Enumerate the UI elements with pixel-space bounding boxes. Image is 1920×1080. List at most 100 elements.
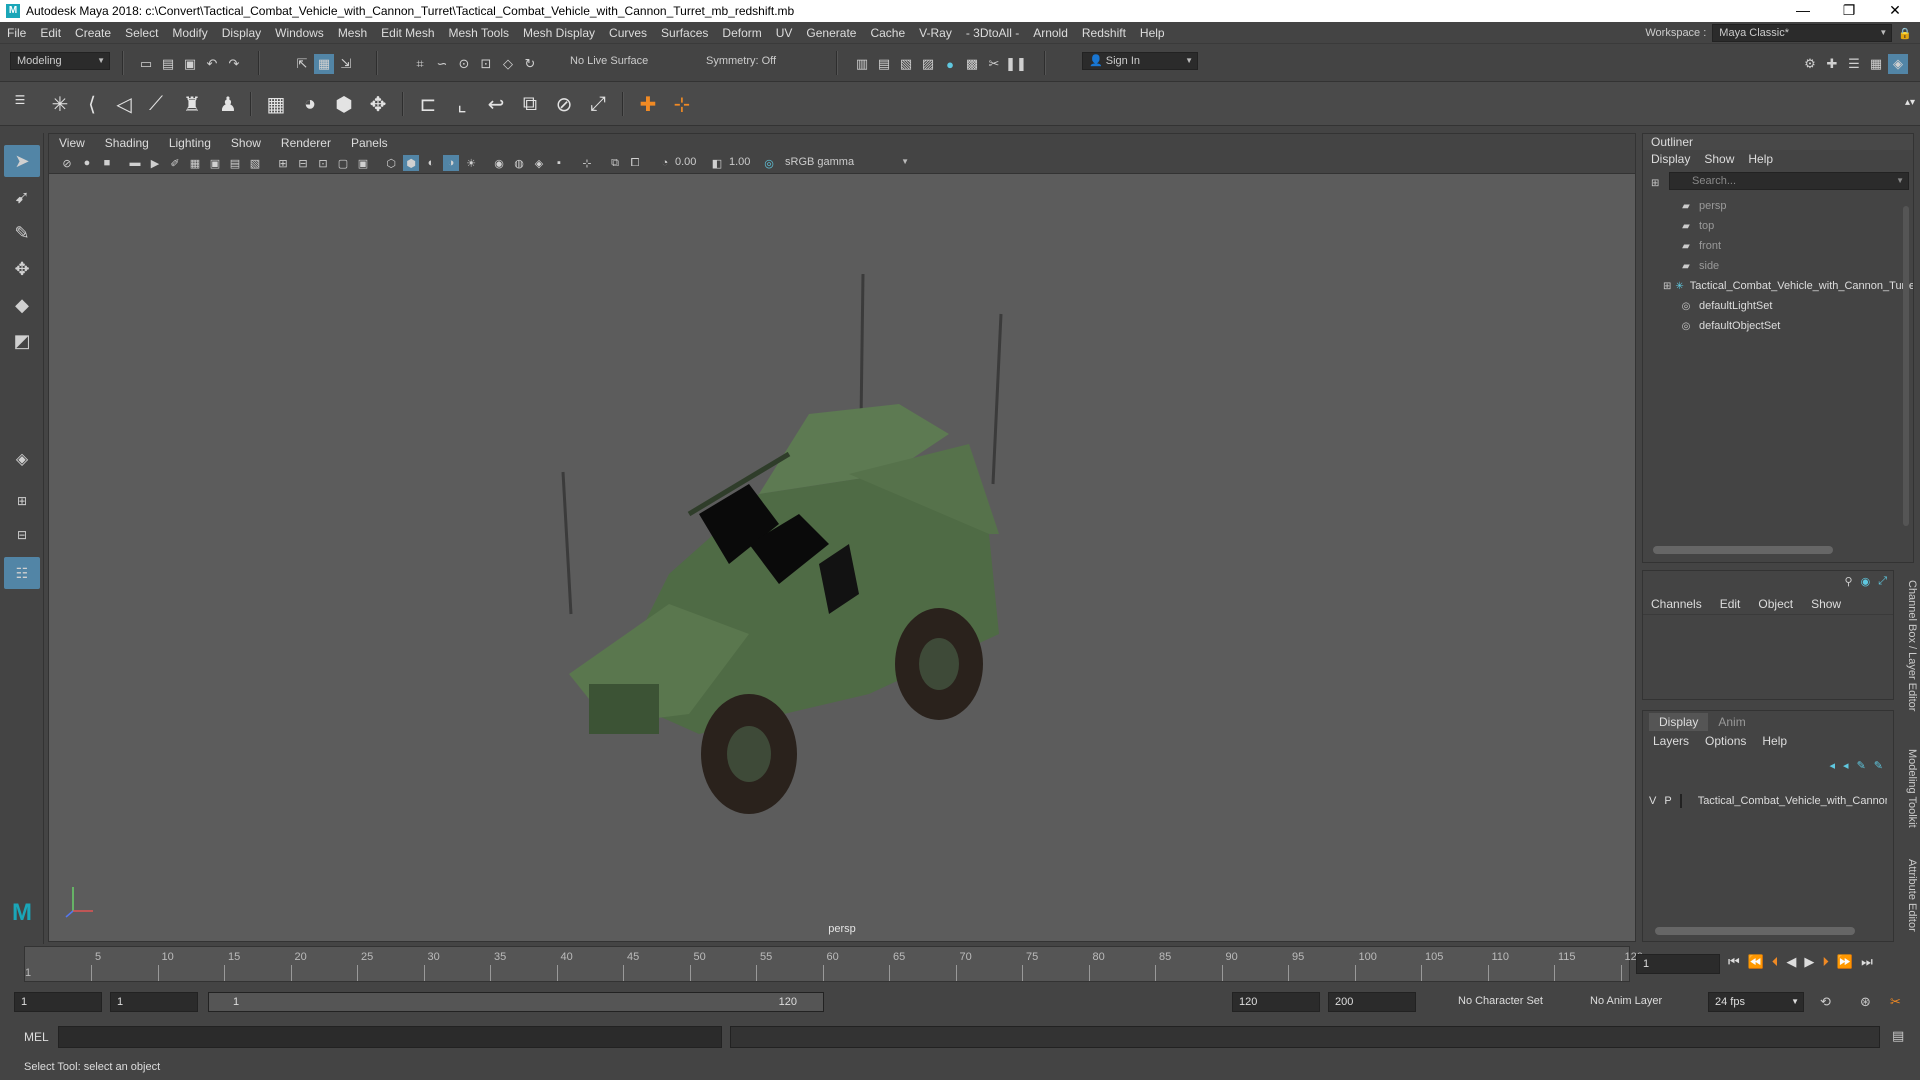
pause-render-icon[interactable]: ❚❚ — [1005, 54, 1027, 74]
render-view-icon[interactable]: ▤ — [874, 54, 894, 74]
viewport-menu-renderer[interactable]: Renderer — [271, 136, 341, 150]
lasso-tool-icon[interactable]: ➹ — [4, 181, 40, 213]
channel-menu-edit[interactable]: Edit — [1720, 597, 1741, 611]
wireframe-on-shaded-icon[interactable]: ⬡ — [383, 155, 399, 171]
outliner-item-front[interactable]: ▰ front — [1679, 236, 1913, 256]
playback-end-field[interactable]: 120 — [1232, 992, 1320, 1012]
2d-pan-zoom-icon[interactable]: ▶ — [147, 155, 163, 171]
paint-select-icon[interactable]: ✎ — [4, 217, 40, 249]
new-layer-icon[interactable]: ✎ — [1857, 759, 1866, 772]
camera-attributes-icon[interactable]: ● — [79, 155, 95, 171]
channel-menu-channels[interactable]: Channels — [1651, 597, 1702, 611]
antialiasing-icon[interactable]: ⧉ — [607, 155, 623, 171]
snap-rotate-icon[interactable]: ↻ — [520, 54, 540, 74]
snap-grid-icon[interactable]: ⌗ — [410, 54, 430, 74]
menu-surfaces[interactable]: Surfaces — [654, 26, 715, 40]
step-back-key-icon[interactable]: ⏴ — [1772, 954, 1779, 970]
create-wrap-icon[interactable]: ⬢ — [330, 90, 358, 118]
select-camera-icon[interactable]: ⊘ — [59, 155, 75, 171]
parent-constraint-icon[interactable]: ⊏ — [414, 90, 442, 118]
textured-icon[interactable]: ⬢ — [403, 155, 419, 171]
layer-display-type[interactable] — [1679, 794, 1682, 808]
character-set-select[interactable]: No Character Set — [1452, 992, 1580, 1012]
use-all-lights-icon[interactable]: ◐ — [423, 155, 439, 171]
layer-row[interactable]: V P Tactical_Combat_Vehicle_with_Cannon_… — [1649, 791, 1887, 811]
outliner-horizontal-scrollbar[interactable] — [1653, 546, 1833, 554]
viewport-menu-panels[interactable]: Panels — [341, 136, 398, 150]
human-ik-icon[interactable]: ✚ — [1822, 54, 1842, 74]
four-pane-icon[interactable]: ⊞ — [4, 485, 40, 517]
go-to-start-icon[interactable]: ⏮ — [1728, 954, 1740, 970]
locator-edit-icon[interactable]: ⊹ — [668, 90, 696, 118]
ambient-occlusion-icon[interactable]: ☀ — [463, 155, 479, 171]
expand-icon[interactable]: ⊞ — [1663, 280, 1671, 292]
attribute-editor-icon[interactable]: ☰ — [1844, 54, 1864, 74]
minimize-button[interactable]: — — [1780, 0, 1826, 22]
xray-active-icon[interactable]: ▪ — [551, 155, 567, 171]
menu-cache[interactable]: Cache — [863, 26, 912, 40]
safe-title-icon[interactable]: ⊡ — [315, 155, 331, 171]
layer-menu-layers[interactable]: Layers — [1653, 734, 1689, 748]
tab-channel-box-layer-editor[interactable]: Channel Box / Layer Editor — [1900, 576, 1918, 716]
menu-create[interactable]: Create — [68, 26, 118, 40]
layer-menu-options[interactable]: Options — [1705, 734, 1746, 748]
anim-layer-select[interactable]: No Anim Layer — [1584, 992, 1694, 1012]
tab-modeling-toolkit[interactable]: Modeling Toolkit — [1900, 738, 1918, 838]
menu-file[interactable]: File — [0, 26, 33, 40]
menu-display[interactable]: Display — [215, 26, 268, 40]
render-frame-icon[interactable]: ▥ — [852, 54, 872, 74]
snap-curve-icon[interactable]: ∽ — [432, 54, 452, 74]
gamma-value[interactable]: 1.00 — [729, 156, 750, 168]
exposure-value[interactable]: 0.00 — [675, 156, 696, 168]
joint-tool-icon[interactable]: ✳ — [46, 90, 74, 118]
channel-menu-object[interactable]: Object — [1758, 597, 1793, 611]
outliner-item-default-object-set[interactable]: ◎ defaultObjectSet — [1679, 316, 1913, 336]
outliner-item-side[interactable]: ▰ side — [1679, 256, 1913, 276]
outliner-search-input[interactable]: Search... ▼ — [1669, 172, 1909, 190]
depth-of-field-icon[interactable]: ⧠ — [627, 155, 643, 171]
aim-constraint-icon[interactable]: ↩ — [482, 90, 510, 118]
snap-point-icon[interactable]: ⊙ — [454, 54, 474, 74]
orient-constraint-icon[interactable]: ⊘ — [550, 90, 578, 118]
locator-icon[interactable]: ✚ — [634, 90, 662, 118]
layer-horizontal-scrollbar[interactable] — [1655, 927, 1855, 935]
animation-prefs-icon[interactable]: ✂ — [1890, 994, 1901, 1010]
shelf-scroll-icon[interactable]: ▴▾ — [1896, 88, 1920, 116]
outliner-item-top[interactable]: ▰ top — [1679, 216, 1913, 236]
field-chart-icon[interactable]: ⊞ — [275, 155, 291, 171]
outliner-item-persp[interactable]: ▰ persp — [1679, 196, 1913, 216]
color-management-icon[interactable]: ◎ — [761, 155, 777, 171]
menu-arnold[interactable]: Arnold — [1026, 26, 1075, 40]
menu-help[interactable]: Help — [1133, 26, 1172, 40]
auto-key-icon[interactable]: ⊛ — [1860, 994, 1871, 1010]
quick-rig-icon[interactable]: ♜ — [178, 90, 206, 118]
script-editor-icon[interactable]: ▤ — [1892, 1028, 1904, 1044]
viewport-menu-show[interactable]: Show — [221, 136, 271, 150]
motion-blur-icon[interactable]: ⊹ — [579, 155, 595, 171]
viewport-panel[interactable]: View Shading Lighting Show Renderer Pane… — [48, 133, 1636, 942]
outliner-vertical-scrollbar[interactable] — [1903, 206, 1909, 526]
bookmark-icon[interactable]: ■ — [99, 155, 115, 171]
step-back-icon[interactable]: ⏪ — [1748, 954, 1764, 970]
smooth-shade-icon[interactable]: ▣ — [355, 155, 371, 171]
menu-generate[interactable]: Generate — [799, 26, 863, 40]
range-bar[interactable]: 1 120 — [208, 992, 824, 1012]
menu-uv[interactable]: UV — [769, 26, 800, 40]
create-cluster-icon[interactable]: ▦ — [262, 90, 290, 118]
play-back-icon[interactable]: ◀ — [1786, 954, 1796, 970]
menu-mesh-tools[interactable]: Mesh Tools — [442, 26, 516, 40]
tab-display[interactable]: Display — [1649, 713, 1709, 731]
channel-edit-icon[interactable]: ⤢ — [1878, 575, 1887, 588]
modeling-toolkit-icon[interactable]: ⚙ — [1800, 54, 1820, 74]
gamma-icon[interactable]: ◧ — [709, 155, 725, 171]
select-tool-icon[interactable]: ➤ — [4, 145, 40, 177]
resolution-gate-icon[interactable]: ▤ — [227, 155, 243, 171]
play-forward-icon[interactable]: ▶ — [1804, 954, 1814, 970]
redo-icon[interactable]: ↷ — [224, 54, 244, 74]
menu-redshift[interactable]: Redshift — [1075, 26, 1133, 40]
safe-action-icon[interactable]: ⊟ — [295, 155, 311, 171]
move-layer-up-icon[interactable]: ◂ — [1830, 759, 1836, 772]
maximize-button[interactable]: ❐ — [1826, 0, 1872, 22]
current-frame-field[interactable]: 1 — [1636, 954, 1720, 974]
point-constraint-icon[interactable]: ⌞ — [448, 90, 476, 118]
